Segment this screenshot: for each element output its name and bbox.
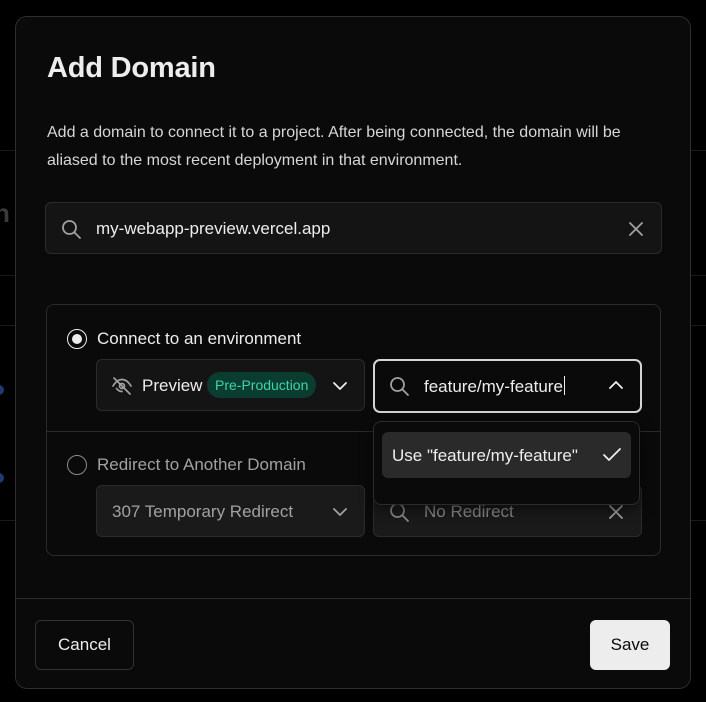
domain-search-input[interactable]: my-webapp-preview.vercel.app: [45, 202, 662, 254]
chevron-up-icon[interactable]: [608, 378, 624, 396]
modal-footer: Cancel Save: [16, 598, 690, 688]
text-caret: [563, 376, 566, 395]
branch-input-value[interactable]: feature/my-feature: [424, 376, 566, 397]
chevron-down-icon: [332, 505, 348, 523]
connect-env-radio[interactable]: [67, 329, 87, 349]
eye-icon: [111, 375, 133, 402]
bg-status-dot: [0, 385, 4, 395]
connect-env-label[interactable]: Connect to an environment: [97, 329, 301, 349]
redirect-radio[interactable]: [67, 455, 87, 475]
chevron-down-icon: [332, 379, 348, 397]
save-button[interactable]: Save: [590, 620, 670, 670]
branch-dropdown: Use "feature/my-feature": [373, 421, 640, 505]
search-icon: [388, 375, 410, 402]
bg-status-dot: [0, 473, 4, 483]
add-domain-modal: Add Domain Add a domain to connect it to…: [15, 16, 691, 689]
cancel-button[interactable]: Cancel: [35, 620, 134, 670]
search-icon: [60, 218, 82, 245]
search-icon: [388, 501, 410, 528]
use-branch-option-label: Use "feature/my-feature": [392, 446, 578, 465]
pre-production-badge: Pre-Production: [207, 372, 317, 398]
domain-input-value[interactable]: my-webapp-preview.vercel.app: [96, 219, 330, 239]
check-icon: [602, 447, 622, 468]
modal-description: Add a domain to connect it to a project.…: [47, 124, 621, 169]
redirect-target-placeholder: No Redirect: [424, 502, 514, 521]
use-branch-option[interactable]: Use "feature/my-feature": [382, 432, 631, 478]
modal-title: Add Domain: [47, 52, 216, 84]
redirect-label[interactable]: Redirect to Another Domain: [97, 455, 306, 475]
environment-select-value: Preview: [142, 376, 203, 395]
bg-text-fragment: n: [0, 198, 10, 228]
close-icon[interactable]: [607, 503, 625, 526]
redirect-type-value: 307 Temporary Redirect: [112, 502, 294, 521]
close-icon[interactable]: [627, 220, 645, 243]
environment-select[interactable]: Preview Pre-Production: [96, 359, 365, 411]
redirect-type-select[interactable]: 307 Temporary Redirect: [96, 485, 365, 537]
branch-search-input[interactable]: feature/my-feature: [373, 359, 642, 413]
